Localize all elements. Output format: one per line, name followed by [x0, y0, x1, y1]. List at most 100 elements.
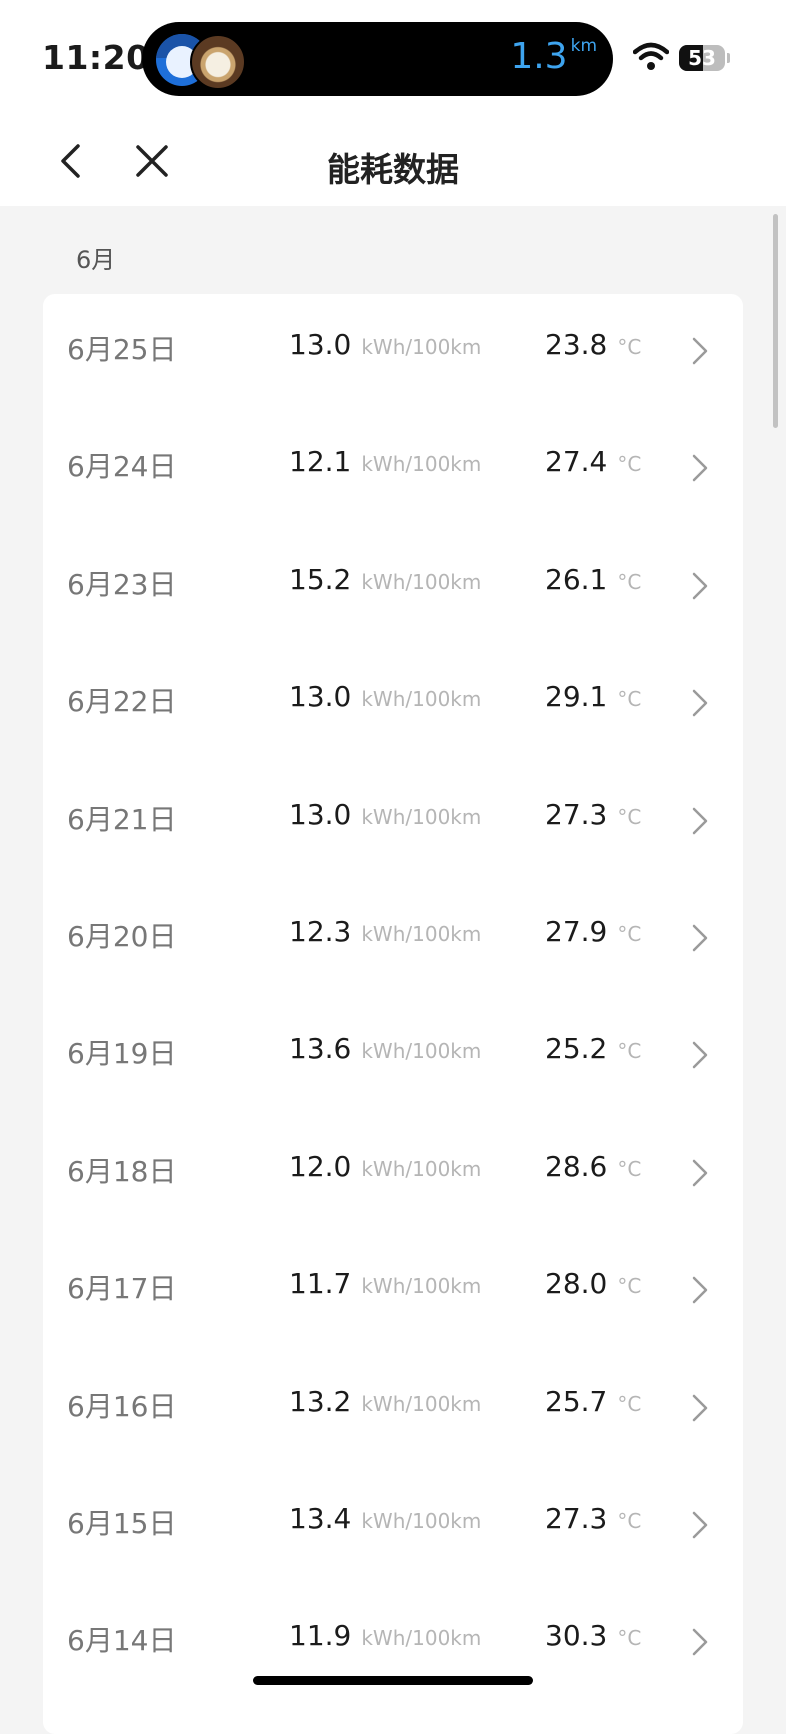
row-energy: 11.7 kWh/100km — [289, 1267, 481, 1300]
temperature-value: 25.7 — [545, 1384, 608, 1418]
row-temperature: 27.4 °C — [545, 445, 641, 478]
energy-value: 13.0 — [289, 328, 352, 361]
row-temperature: 25.2 °C — [545, 1032, 641, 1065]
temperature-unit: °C — [617, 452, 642, 477]
row-temperature: 27.3 °C — [545, 798, 641, 831]
temperature-value: 23.8 — [545, 328, 608, 361]
row-energy: 12.1 kWh/100km — [289, 445, 481, 478]
wifi-icon — [633, 42, 669, 70]
temperature-unit: °C — [617, 687, 642, 712]
energy-value: 13.2 — [289, 1384, 352, 1418]
chevron-right-icon — [692, 1276, 708, 1304]
row-date: 6月20日 — [67, 920, 177, 953]
energy-value: 12.3 — [289, 915, 352, 948]
row-energy: 13.0 kWh/100km — [289, 680, 481, 713]
row-date: 6月23日 — [67, 567, 177, 601]
temperature-value: 27.4 — [545, 445, 608, 479]
food-thumbnail-icon — [190, 34, 246, 90]
month-header: 6月 — [76, 246, 116, 274]
energy-unit: kWh/100km — [361, 1626, 482, 1651]
energy-value: 11.9 — [289, 1619, 352, 1653]
energy-unit: kWh/100km — [361, 569, 482, 594]
row-date: 6月16日 — [67, 1389, 177, 1423]
battery-level: 53 — [688, 46, 716, 70]
row-date: 6月22日 — [67, 685, 177, 719]
daily-energy-list: 6月25日 13.0 kWh/100km 23.8 °C 6月24日 12.1 kWh/100… — [43, 294, 743, 1734]
temperature-unit: °C — [617, 335, 642, 359]
list-item[interactable]: 6月15日 13.4 kWh/100km 27.3 °C — [43, 1468, 743, 1585]
row-date: 6月18日 — [67, 1154, 177, 1188]
list-item[interactable]: 6月21日 13.0 kWh/100km 27.3 °C — [43, 764, 743, 881]
page-title: 能耗数据 — [327, 150, 459, 189]
scrollbar-thumb[interactable] — [773, 214, 778, 428]
energy-unit: kWh/100km — [361, 1039, 482, 1064]
row-temperature: 28.6 °C — [545, 1150, 641, 1183]
chevron-right-icon — [692, 455, 708, 482]
temperature-value: 25.2 — [545, 1032, 608, 1066]
list-item[interactable]: 6月19日 13.6 kWh/100km 25.2 °C — [43, 998, 743, 1115]
list-item[interactable]: 6月25日 13.0 kWh/100km 23.8 °C — [43, 294, 743, 411]
energy-unit: kWh/100km — [361, 687, 482, 712]
energy-unit: kWh/100km — [361, 1156, 482, 1181]
row-energy: 12.3 kWh/100km — [289, 915, 481, 948]
list-item[interactable]: 6月24日 12.1 kWh/100km 27.4 °C — [43, 411, 743, 528]
temperature-unit: °C — [617, 1274, 642, 1299]
chevron-right-icon — [692, 337, 708, 365]
row-temperature: 29.1 °C — [545, 680, 641, 713]
energy-unit: kWh/100km — [361, 1274, 482, 1299]
energy-unit: kWh/100km — [361, 804, 482, 829]
chevron-right-icon — [692, 1042, 708, 1069]
battery-cap — [727, 53, 730, 63]
row-temperature: 30.3 °C — [545, 1619, 641, 1652]
row-date: 6月24日 — [67, 450, 177, 484]
battery-icon: 53 — [679, 45, 725, 71]
temperature-value: 27.3 — [545, 1502, 608, 1535]
temperature-unit: °C — [617, 1509, 642, 1533]
temperature-value: 26.1 — [545, 562, 608, 596]
row-energy: 11.9 kWh/100km — [289, 1619, 481, 1652]
row-temperature: 27.3 °C — [545, 1502, 641, 1535]
list-item[interactable]: 6月16日 13.2 kWh/100km 25.7 °C — [43, 1351, 743, 1468]
row-date: 6月15日 — [67, 1507, 177, 1540]
row-date: 6月21日 — [67, 802, 177, 836]
energy-value: 12.1 — [289, 445, 352, 479]
list-item[interactable]: 6月22日 13.0 kWh/100km 29.1 °C — [43, 646, 743, 763]
temperature-unit: °C — [617, 1156, 642, 1181]
energy-value: 13.0 — [289, 797, 352, 831]
row-temperature: 28.0 °C — [545, 1267, 641, 1300]
temperature-value: 27.9 — [545, 915, 608, 948]
energy-value: 13.0 — [289, 680, 352, 714]
energy-value: 11.7 — [289, 1267, 352, 1301]
row-energy: 12.0 kWh/100km — [289, 1150, 481, 1183]
temperature-value: 28.0 — [545, 1267, 608, 1301]
list-item[interactable]: 6月17日 11.7 kWh/100km 28.0 °C — [43, 1233, 743, 1350]
island-distance-unit: km — [570, 36, 597, 56]
row-energy: 13.2 kWh/100km — [289, 1385, 481, 1418]
energy-value: 13.6 — [289, 1032, 352, 1066]
temperature-unit: °C — [617, 804, 642, 829]
energy-unit: kWh/100km — [361, 922, 482, 946]
temperature-unit: °C — [617, 922, 642, 946]
chevron-right-icon — [692, 572, 708, 600]
row-energy: 15.2 kWh/100km — [289, 563, 481, 596]
row-energy: 13.4 kWh/100km — [289, 1502, 481, 1535]
list-item[interactable]: 6月20日 12.3 kWh/100km 27.9 °C — [43, 881, 743, 998]
chevron-right-icon — [692, 1159, 708, 1187]
temperature-unit: °C — [617, 1039, 642, 1064]
temperature-value: 29.1 — [545, 680, 608, 714]
energy-value: 13.4 — [289, 1502, 352, 1535]
row-temperature: 23.8 °C — [545, 328, 641, 361]
status-time: 11:20 — [42, 38, 150, 77]
dynamic-island[interactable]: 1.3 km — [142, 22, 613, 96]
row-temperature: 27.9 °C — [545, 915, 641, 948]
home-indicator[interactable] — [253, 1676, 533, 1685]
energy-value: 15.2 — [289, 562, 352, 596]
chevron-right-icon — [692, 1511, 708, 1539]
temperature-unit: °C — [617, 1626, 642, 1651]
energy-unit: kWh/100km — [361, 1391, 482, 1416]
status-bar: 11:20 1.3 km 53 — [0, 0, 786, 115]
list-item[interactable]: 6月18日 12.0 kWh/100km 28.6 °C — [43, 1116, 743, 1233]
list-item[interactable]: 6月23日 15.2 kWh/100km 26.1 °C — [43, 529, 743, 646]
island-distance: 1.3 km — [510, 36, 597, 77]
temperature-value: 27.3 — [545, 797, 608, 831]
